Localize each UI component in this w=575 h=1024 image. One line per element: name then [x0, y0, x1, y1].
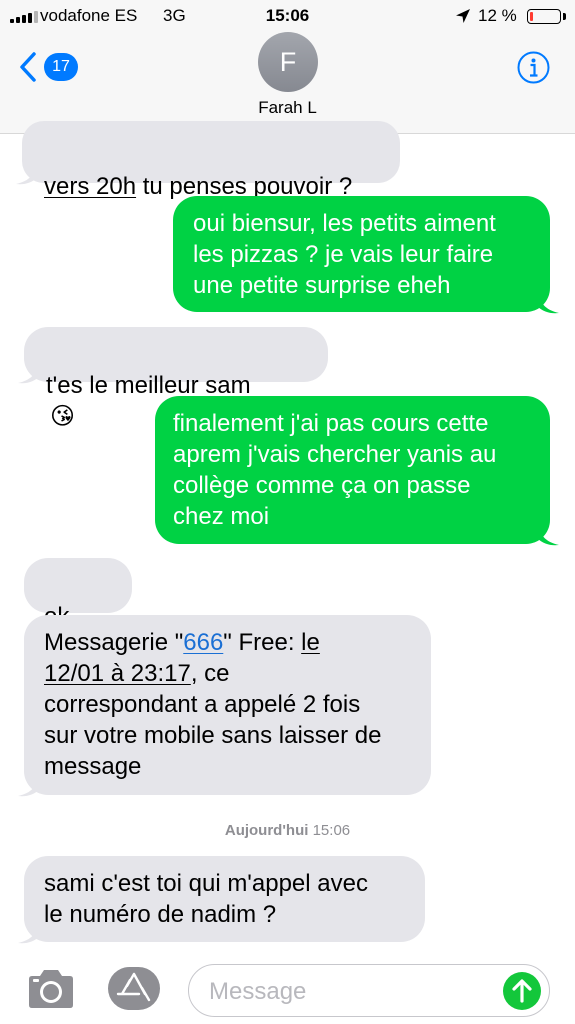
contact-name[interactable]: Farah L	[0, 98, 575, 118]
send-button[interactable]	[503, 972, 541, 1010]
detected-time-link[interactable]: vers 20h	[44, 173, 136, 200]
detected-date-link[interactable]: le	[301, 629, 320, 656]
timestamp-time: 15:06	[312, 822, 351, 839]
battery-icon	[527, 9, 561, 24]
received-message-bubble[interactable]: Messagerie "666" Free: le 12/01 à 23:17,…	[24, 615, 431, 795]
bubble-tail	[18, 922, 40, 944]
bubble-tail	[18, 775, 40, 797]
sent-message-bubble[interactable]: oui biensur, les petits aiment les pizza…	[173, 196, 550, 312]
conversation-timestamp: Aujourd'hui 15:06	[0, 822, 575, 839]
sent-message-bubble[interactable]: finalement j'ai pas cours cette aprem j'…	[155, 396, 550, 544]
status-bar: vodafone ES 3G 15:06 12 %	[0, 0, 575, 34]
received-message-bubble[interactable]: t'es le meilleur sam 😘	[24, 327, 328, 430]
bubble-tail	[537, 292, 559, 314]
received-message-bubble[interactable]: vers 20h tu penses pouvoir ?	[22, 121, 400, 200]
arrow-up-icon	[512, 979, 532, 1003]
bubble-tail	[16, 163, 38, 185]
camera-icon[interactable]	[25, 967, 77, 1011]
message-text: " Free:	[223, 629, 302, 656]
message-text: t'es le meilleur sam	[46, 372, 251, 399]
phone-number-link[interactable]: 666	[183, 629, 223, 656]
battery-percent: 12 %	[478, 6, 517, 25]
back-button[interactable]: 17	[18, 50, 78, 84]
message-input-placeholder: Message	[209, 978, 307, 1005]
message-text: Messagerie "	[44, 629, 184, 656]
info-icon[interactable]	[517, 51, 550, 84]
bubble-tail	[537, 524, 559, 546]
location-arrow-icon	[456, 9, 470, 23]
avatar-initial: F	[279, 46, 297, 77]
navigation-header: vodafone ES 3G 15:06 12 % 17 F Farah L	[0, 0, 575, 134]
timestamp-day: Aujourd'hui	[224, 822, 309, 839]
app-store-icon[interactable]	[107, 966, 161, 1011]
received-message-bubble[interactable]: ok 👍	[24, 558, 132, 661]
message-input[interactable]: Message	[188, 964, 550, 1017]
contact-avatar[interactable]: F	[258, 32, 318, 92]
battery-terminal	[563, 13, 566, 20]
unread-count-badge: 17	[44, 53, 78, 81]
chevron-left-icon	[20, 52, 36, 82]
bubble-tail	[18, 362, 40, 384]
received-message-bubble[interactable]: sami c'est toi qui m'appel avec le numér…	[24, 856, 425, 942]
kissing-face-emoji: 😘	[50, 403, 76, 430]
detected-date-link[interactable]: 12/01 à 23:17	[44, 660, 191, 687]
battery-level	[530, 12, 533, 21]
